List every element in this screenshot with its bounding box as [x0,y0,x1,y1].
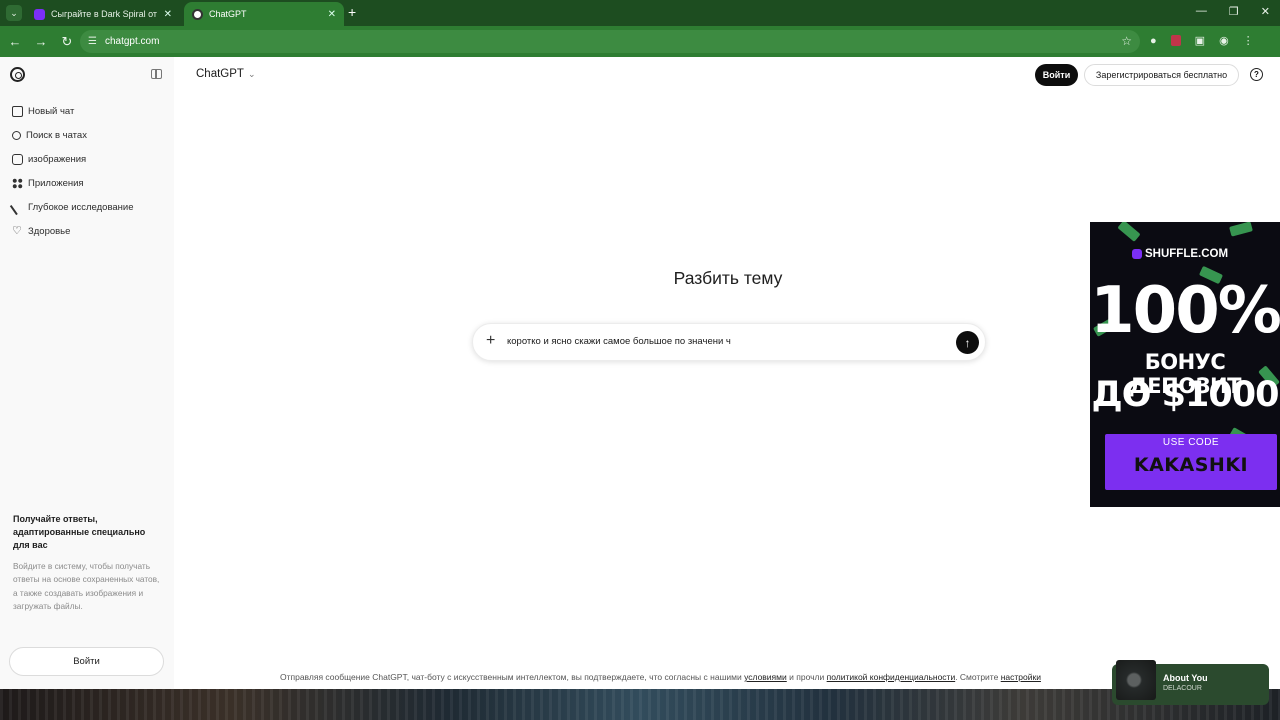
tab-favicon-icon [34,8,45,20]
stream-background-strip [0,689,1280,720]
restore-icon[interactable]: ❐ [1229,5,1239,18]
promo-text: Войдите в систему, чтобы получать ответы… [13,561,160,612]
privacy-link[interactable]: политикой конфиденциальности [827,672,956,682]
brand-title: ChatGPT [196,68,244,80]
chevron-down-icon: ⌄ [247,68,256,79]
send-arrow-icon[interactable]: ↑ [956,331,979,354]
tab-dark-spiral[interactable]: Сыграйте в Dark Spiral от Hack ✕ [26,2,180,26]
login-button[interactable]: Войти [1035,64,1078,86]
close-window-icon[interactable]: ✕ [1261,5,1270,18]
ad-code-label: USE CODE [1162,437,1220,448]
sidebar-item-new-chat[interactable]: Новый чат [0,99,174,123]
site-info-icon[interactable]: ☰ [88,36,97,47]
prompt-input[interactable]: коротко и ясно скажи самое большое по зн… [507,336,731,347]
sidebar-item-label: Здоровье [28,225,71,237]
sidebar: Новый чат Поиск в чатах изображения Прил… [0,57,174,689]
close-tab-icon[interactable]: ✕ [164,9,172,20]
telescope-icon [9,199,26,215]
sidebar-toggle-icon[interactable] [151,69,162,79]
money-bill-icon [1117,222,1141,242]
track-title: About You [1163,673,1208,683]
money-bill-icon [1229,222,1253,237]
now-playing-widget: About You DELACOUR [1112,660,1269,705]
ad-line2: ДО $1000 [1091,375,1280,415]
sidebar-item-label: Приложения [28,177,84,189]
sidebar-item-label: Новый чат [28,105,75,117]
chatgpt-favicon-icon [192,8,203,20]
terms-link[interactable]: условиями [744,672,787,682]
puzzle-icon[interactable]: ▣ [1195,34,1205,47]
extension-icon[interactable]: ● [1150,35,1157,47]
sidebar-item-deep-research[interactable]: Глубокое исследование [0,195,174,219]
tab-chatgpt[interactable]: ChatGPT ✕ [184,2,344,26]
login-promo: Получайте ответы, адаптированные специал… [13,513,161,614]
ublock-icon[interactable] [1170,35,1181,46]
extensions-area: ● ▣ ◉ ⋮ [1150,34,1254,48]
sidebar-item-apps[interactable]: Приложения [0,171,174,195]
sidebar-item-label: изображения [28,153,87,165]
back-arrow-icon[interactable]: ← [4,34,26,49]
album-art [1116,660,1156,700]
sidebar-item-health[interactable]: ♡ Здоровье [0,219,174,243]
add-attachment-icon[interactable]: + [486,332,495,350]
url-text: chatgpt.com [104,36,160,47]
ad-brand: SHUFFLE.COM [1132,248,1228,260]
footer-text: . Смотрите [955,672,999,682]
ad-brand-text: SHUFFLE.COM [1145,248,1229,260]
footer-text: Отправляя сообщение ChatGPT, чат-боту с … [280,672,742,682]
sidebar-item-label: Поиск в чатах [26,129,87,141]
model-selector[interactable]: ChatGPT ⌄ [196,68,255,80]
new-tab-icon[interactable]: + [348,4,356,20]
footer-text: и прочли [789,672,825,682]
tab-title: Сыграйте в Dark Spiral от Hack [51,9,158,19]
sidebar-item-search[interactable]: Поиск в чатах [0,123,174,147]
tab-title: ChatGPT [209,9,247,19]
profile-icon[interactable]: ◉ [1219,34,1229,47]
menu-kebab-icon[interactable]: ⋮ [1243,34,1254,47]
ad-code-box: USE CODE KAKASHKI [1105,434,1277,490]
browser-toolbar: ← → ↻ ☰ chatgpt.com ☆ ● ▣ ◉ ⋮ [0,26,1280,57]
apps-icon [12,177,23,189]
ad-code: KAKASHKI [1133,454,1249,476]
sidebar-nav: Новый чат Поиск в чатах изображения Прил… [0,99,174,243]
sidebar-item-label: Глубокое исследование [28,201,134,213]
window-controls: — ❐ ✕ [1196,5,1270,18]
openai-logo-icon[interactable] [10,67,25,82]
browser-tab-strip: ⌄ Сыграйте в Dark Spiral от Hack ✕ ChatG… [0,0,1280,26]
signup-button[interactable]: Зарегистрироваться бесплатно [1084,64,1239,86]
reload-icon[interactable]: ↻ [56,34,78,50]
tab-search-chevron-icon[interactable]: ⌄ [6,5,22,21]
promo-title: Получайте ответы, адаптированные специал… [13,514,146,550]
help-icon[interactable]: ? [1250,68,1263,81]
address-bar[interactable]: ☰ chatgpt.com ☆ [80,30,1140,53]
forward-arrow-icon[interactable]: → [30,34,52,49]
sidebar-item-images[interactable]: изображения [0,147,174,171]
minimize-icon[interactable]: — [1196,5,1207,18]
sidebar-login-button[interactable]: Войти [9,647,164,676]
edit-icon [12,105,23,117]
image-icon [12,153,23,165]
close-tab-icon[interactable]: ✕ [328,9,336,20]
bookmark-star-icon[interactable]: ☆ [1121,34,1132,48]
prompt-composer[interactable]: + коротко и ясно скажи самое большое по … [472,323,986,361]
track-artist: DELACOUR [1163,685,1202,692]
ad-headline: 100% [1090,274,1280,348]
shuffle-logo-icon [1132,249,1142,259]
page-title: Разбить тему [673,268,783,288]
search-icon [12,130,21,140]
heart-icon: ♡ [12,224,22,237]
settings-link[interactable]: настройки [1001,672,1041,682]
shuffle-ad-overlay: SHUFFLE.COM 100% БОНУС ДЕПОЗИТ ДО $1000 … [1090,222,1280,507]
